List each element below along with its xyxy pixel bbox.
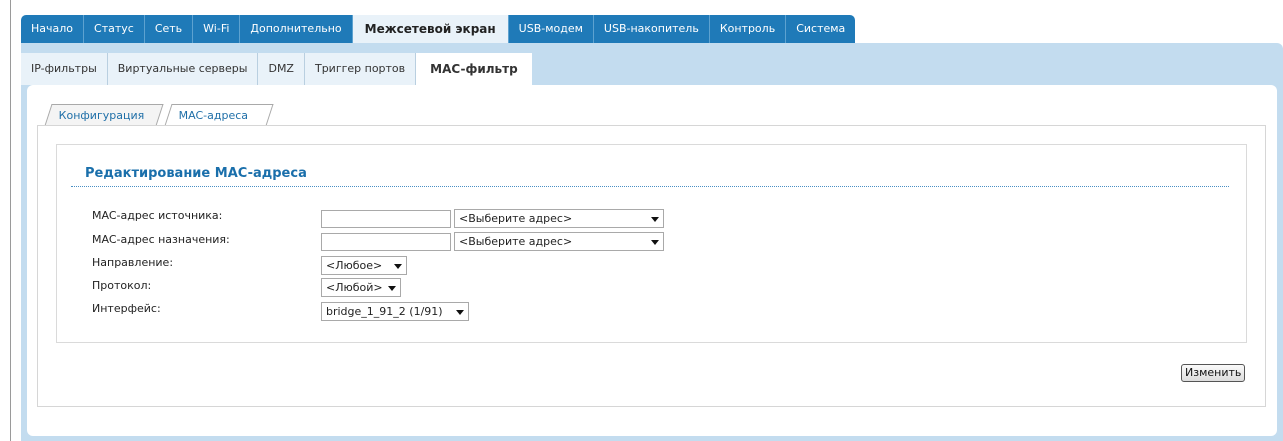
protocol-select[interactable]: <Любой> <box>321 278 401 297</box>
tab-mac-addresses[interactable]: MAC-адреса <box>164 104 274 126</box>
src-mac-label: MAC-адрес источника: <box>92 209 223 222</box>
title-divider <box>71 186 1229 187</box>
direction-select[interactable]: <Любое> <box>321 256 407 275</box>
src-mac-input[interactable] <box>321 210 451 228</box>
chevron-down-icon <box>456 310 464 315</box>
section-title: Редактирование MAC-адреса <box>85 166 307 181</box>
interface-select[interactable]: bridge_1_91_2 (1/91) <box>321 302 469 321</box>
nav-tab-home[interactable]: Начало <box>21 15 85 43</box>
top-nav: Начало Статус Сеть Wi-Fi Дополнительно М… <box>21 15 856 43</box>
left-border-line <box>10 0 11 441</box>
protocol-label: Протокол: <box>92 279 152 292</box>
subnav-tab-dmz[interactable]: DMZ <box>258 53 305 85</box>
sub-nav: IP-фильтры Виртуальные серверы DMZ Тригг… <box>21 53 532 85</box>
interface-select-value: bridge_1_91_2 (1/91) <box>326 305 443 318</box>
dst-mac-select-value: <Выберите адрес> <box>459 235 573 248</box>
nav-tab-usb-storage[interactable]: USB-накопитель <box>593 15 710 43</box>
chevron-down-icon <box>394 264 402 269</box>
tab-configuration-label: Конфигурация <box>58 109 145 122</box>
nav-tab-status[interactable]: Статус <box>84 15 145 43</box>
nav-tab-firewall[interactable]: Межсетевой экран <box>352 15 509 43</box>
subnav-tab-port-trigger[interactable]: Триггер портов <box>305 53 417 85</box>
chevron-down-icon <box>651 217 659 222</box>
dst-mac-label: MAC-адрес назначения: <box>92 233 230 246</box>
direction-label: Направление: <box>92 256 174 269</box>
nav-tab-system[interactable]: Система <box>786 15 856 43</box>
subnav-tab-mac-filter[interactable]: MAC-фильтр <box>416 53 532 85</box>
change-button[interactable]: Изменить <box>1181 364 1246 382</box>
subnav-tab-virtual-servers[interactable]: Виртуальные серверы <box>108 53 259 85</box>
tab-configuration[interactable]: Конфигурация <box>44 104 164 126</box>
src-mac-select[interactable]: <Выберите адрес> <box>454 209 664 228</box>
interface-label: Интерфейс: <box>92 302 161 315</box>
chevron-down-icon <box>651 240 659 245</box>
protocol-select-value: <Любой> <box>326 281 383 294</box>
direction-select-value: <Любое> <box>326 259 383 272</box>
nav-tab-network[interactable]: Сеть <box>144 15 194 43</box>
nav-tab-control[interactable]: Контроль <box>709 15 787 43</box>
nav-tab-advanced[interactable]: Дополнительно <box>240 15 353 43</box>
nav-tab-wifi[interactable]: Wi-Fi <box>193 15 241 43</box>
nav-tab-usb-modem[interactable]: USB-модем <box>508 15 594 43</box>
subnav-tab-ip-filters[interactable]: IP-фильтры <box>21 53 108 85</box>
src-mac-select-value: <Выберите адрес> <box>459 212 573 225</box>
dst-mac-select[interactable]: <Выберите адрес> <box>454 232 664 251</box>
dst-mac-input[interactable] <box>321 233 451 251</box>
chevron-down-icon <box>388 286 396 291</box>
tab-mac-addresses-label: MAC-адреса <box>178 109 249 122</box>
